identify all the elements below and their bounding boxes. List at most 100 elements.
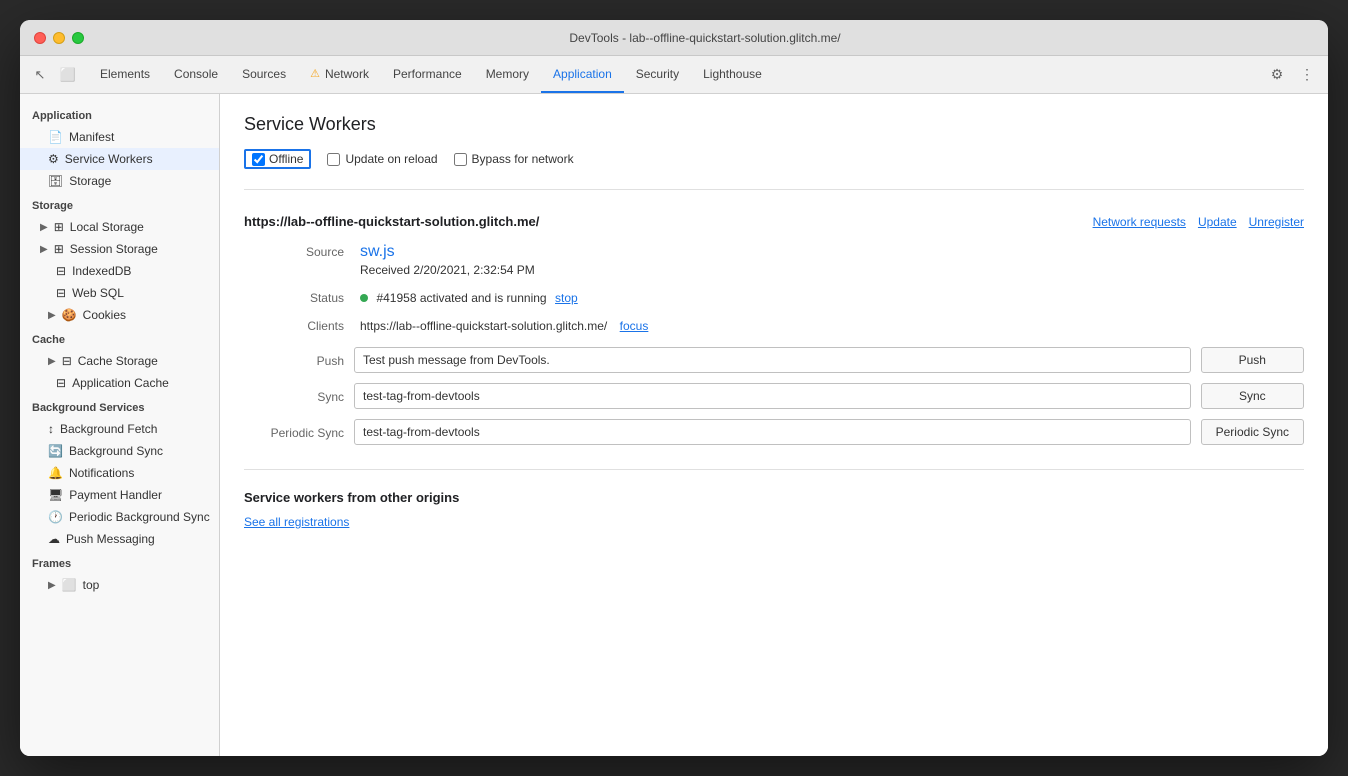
tab-elements[interactable]: Elements [88,56,162,93]
sidebar-item-session-storage[interactable]: ▶ ⊞ Session Storage [20,238,219,260]
minimize-button[interactable] [53,32,65,44]
cache-storage-icon: ⊟ [62,354,72,368]
bypass-for-network-label[interactable]: Bypass for network [454,152,574,166]
storage-icon: 🗄 [48,174,63,188]
sidebar-item-periodic-bg-sync[interactable]: 🕐 Periodic Background Sync [20,506,219,528]
sidebar-section-cache: Cache [20,326,219,350]
sidebar-item-bg-fetch[interactable]: ↕ Background Fetch [20,418,219,440]
sw-js-link[interactable]: sw.js [360,243,395,260]
sidebar-item-sw-label: Service Workers [65,152,153,166]
tab-lighthouse-label: Lighthouse [703,67,762,81]
tab-performance[interactable]: Performance [381,56,474,93]
sidebar-item-frames-top[interactable]: ▶ ⬜ top [20,574,219,596]
sidebar-section-application: Application [20,102,219,126]
sidebar-item-frames-top-label: top [83,578,100,592]
tab-memory[interactable]: Memory [474,56,541,93]
sidebar-item-notifications[interactable]: 🔔 Notifications [20,462,219,484]
sw-url-row: https://lab--offline-quickstart-solution… [244,214,1304,229]
sidebar-item-web-sql[interactable]: ⊟ Web SQL [20,282,219,304]
sidebar-item-app-cache-label: Application Cache [72,376,169,390]
sidebar-item-notifications-label: Notifications [69,466,134,480]
update-link[interactable]: Update [1198,215,1237,229]
sidebar-item-payment-handler[interactable]: 🖥 Payment Handler [20,484,219,506]
sidebar-item-service-workers[interactable]: ⚙ Service Workers [20,148,219,170]
network-warning-icon: ⚠ [310,67,320,80]
sync-input[interactable] [354,383,1191,409]
sidebar-item-local-storage[interactable]: ▶ ⊞ Local Storage [20,216,219,238]
sw-entry: https://lab--offline-quickstart-solution… [244,206,1304,453]
frame-icon: ⬜ [62,578,77,592]
sidebar-item-push-messaging[interactable]: ☁ Push Messaging [20,528,219,550]
source-value: sw.js Received 2/20/2021, 2:32:54 PM [360,243,1304,279]
tabs-bar: ↖ ⬜ Elements Console Sources ⚠ Network [20,56,1328,94]
tab-memory-label: Memory [486,67,529,81]
tab-console[interactable]: Console [162,56,230,93]
network-requests-link[interactable]: Network requests [1093,215,1186,229]
push-input[interactable] [354,347,1191,373]
sidebar-item-bg-sync[interactable]: 🔄 Background Sync [20,440,219,462]
clients-label: Clients [244,317,344,335]
sidebar-item-indexeddb[interactable]: ⊟ IndexedDB [20,260,219,282]
periodic-sync-icon: 🕐 [48,510,63,524]
focus-link[interactable]: focus [620,319,649,333]
content-area: Service Workers Offline Update on reload… [220,94,1328,756]
sidebar-item-storage-app[interactable]: 🗄 Storage [20,170,219,192]
other-origins-title: Service workers from other origins [244,490,1304,505]
sidebar-item-manifest-label: Manifest [69,130,114,144]
tab-network[interactable]: ⚠ Network [298,56,381,93]
unregister-link[interactable]: Unregister [1249,215,1304,229]
expand-cache-icon: ▶ [48,356,56,367]
tab-lighthouse[interactable]: Lighthouse [691,56,774,93]
device-icon[interactable]: ⬜ [56,63,80,87]
tab-elements-label: Elements [100,67,150,81]
session-storage-icon: ⊞ [54,242,64,256]
sidebar-item-session-storage-label: Session Storage [70,242,158,256]
devtools-window: DevTools - lab--offline-quickstart-solut… [20,20,1328,756]
push-sync-area: Push Push Sync Sync Periodic Sync Period… [244,347,1304,445]
tab-security[interactable]: Security [624,56,691,93]
sidebar-item-payment-label: Payment Handler [69,488,162,502]
tab-sources[interactable]: Sources [230,56,298,93]
traffic-lights [34,32,84,44]
client-url: https://lab--offline-quickstart-solution… [360,319,607,333]
sidebar-item-bg-fetch-label: Background Fetch [60,422,157,436]
periodic-sync-button[interactable]: Periodic Sync [1201,419,1304,445]
sidebar-item-periodic-label: Periodic Background Sync [69,510,210,524]
offline-checkbox[interactable] [252,153,265,166]
page-title: Service Workers [244,114,1304,135]
sidebar-section-frames: Frames [20,550,219,574]
sync-label: Sync [244,388,344,404]
payment-handler-icon: 🖥 [48,488,63,502]
push-button[interactable]: Push [1201,347,1304,373]
clients-value: https://lab--offline-quickstart-solution… [360,317,1304,335]
service-workers-icon: ⚙ [48,152,59,166]
close-button[interactable] [34,32,46,44]
update-on-reload-checkbox[interactable] [327,153,340,166]
sync-button[interactable]: Sync [1201,383,1304,409]
see-all-registrations-link[interactable]: See all registrations [244,515,349,529]
other-origins: Service workers from other origins See a… [244,490,1304,531]
maximize-button[interactable] [72,32,84,44]
update-on-reload-label[interactable]: Update on reload [327,152,437,166]
sidebar-item-cache-storage[interactable]: ▶ ⊟ Cache Storage [20,350,219,372]
window-title: DevTools - lab--offline-quickstart-solut… [96,31,1314,45]
bypass-for-network-checkbox[interactable] [454,153,467,166]
expand-local-storage-icon: ▶ [40,222,48,233]
settings-icon[interactable]: ⚙ [1264,62,1290,88]
sidebar-item-manifest[interactable]: 📄 Manifest [20,126,219,148]
offline-checkbox-label[interactable]: Offline [244,149,311,169]
periodic-sync-input[interactable] [354,419,1191,445]
tab-application-label: Application [553,67,612,81]
tab-icons: ↖ ⬜ [28,63,80,87]
devtools-body: ↖ ⬜ Elements Console Sources ⚠ Network [20,56,1328,756]
push-label: Push [244,352,344,368]
sw-url: https://lab--offline-quickstart-solution… [244,214,539,229]
stop-link[interactable]: stop [555,291,578,305]
tab-security-label: Security [636,67,679,81]
more-options-icon[interactable]: ⋮ [1294,62,1320,88]
sidebar-item-app-cache[interactable]: ⊟ Application Cache [20,372,219,394]
tab-application[interactable]: Application [541,56,624,93]
cursor-icon[interactable]: ↖ [28,63,52,87]
web-sql-icon: ⊟ [56,286,66,300]
sidebar-item-cookies[interactable]: ▶ 🍪 Cookies [20,304,219,326]
